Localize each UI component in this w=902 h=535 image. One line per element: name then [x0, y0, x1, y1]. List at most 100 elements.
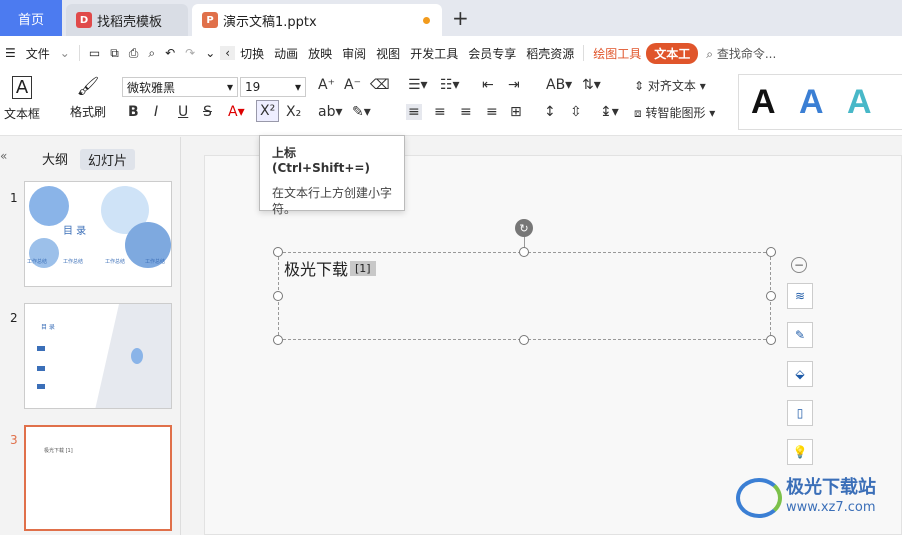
resize-handle[interactable]	[766, 247, 776, 257]
slide-thumbnail-2[interactable]: 目 录	[24, 303, 172, 409]
decor-circle	[29, 186, 69, 226]
menu-animation[interactable]: 动画	[269, 45, 303, 62]
italic-icon[interactable]: I	[154, 104, 158, 120]
phonetic-icon[interactable]: ab▾	[318, 104, 343, 120]
tab-template[interactable]: D 找稻壳模板	[66, 4, 188, 36]
layers-icon[interactable]: ≋	[787, 283, 813, 309]
numbered-list-icon[interactable]: ☷▾	[440, 77, 460, 93]
text-direction-icon[interactable]: ⇅▾	[582, 77, 601, 93]
tab-slides[interactable]: 幻灯片	[80, 149, 136, 170]
new-tab-plus-icon[interactable]: +	[452, 6, 469, 30]
tab-document-label: 演示文稿1.pptx	[223, 14, 317, 30]
menu-review[interactable]: 审阅	[337, 45, 371, 62]
tab-document[interactable]: P 演示文稿1.pptx	[192, 4, 442, 36]
slide-thumbnail-1[interactable]: 目 录 工作总结 工作总结 工作总结 工作总结	[24, 181, 172, 287]
search-command[interactable]: ⌕ 查找命令...	[706, 45, 776, 62]
thumb-bullet	[37, 366, 45, 371]
resize-handle[interactable]	[766, 291, 776, 301]
resize-handle[interactable]	[273, 247, 283, 257]
resize-handle[interactable]	[519, 335, 529, 345]
font-select[interactable]: 微软雅黑 ▾	[122, 77, 238, 97]
resize-handle[interactable]	[519, 247, 529, 257]
hamburger-icon[interactable]: ☰	[0, 46, 21, 60]
superscript-ref: [1]	[350, 260, 376, 276]
format-painter-button[interactable]: 🖌 格式刷	[70, 76, 106, 120]
font-size-value: 19	[245, 80, 261, 94]
textbox-icon: A	[11, 76, 33, 99]
textbox-button[interactable]: A 文本框	[4, 76, 40, 122]
tab-home-label: 首页	[17, 12, 44, 28]
smart-art-button[interactable]: ⧈ 转智能图形 ▾	[634, 104, 715, 121]
menu-text-tools[interactable]: 文本工	[646, 42, 699, 64]
print-preview-icon[interactable]: ⌕	[143, 46, 160, 61]
align-text-button[interactable]: ⇕ 对齐文本 ▾	[634, 77, 706, 94]
text-style-blue[interactable]: A	[799, 83, 824, 122]
export-icon[interactable]: ⧉	[105, 46, 124, 61]
menu-draw-tools[interactable]: 绘图工具	[588, 45, 646, 62]
watermark-url: www.xz7.com	[786, 500, 876, 515]
menu-developer[interactable]: 开发工具	[405, 45, 463, 62]
char-spacing-icon[interactable]: AB▾	[546, 77, 572, 93]
spacing-more-icon[interactable]: ↨▾	[600, 104, 619, 120]
lightbulb-icon[interactable]: 💡	[787, 439, 813, 465]
save-icon[interactable]: ▭	[84, 46, 105, 60]
text-style-teal[interactable]: A	[847, 83, 872, 122]
slide-number: 1	[10, 191, 18, 205]
resize-handle[interactable]	[273, 291, 283, 301]
underline-icon[interactable]: U	[178, 104, 188, 120]
indent-icon[interactable]: ⇥	[508, 77, 520, 93]
superscript-icon[interactable]: X²	[256, 100, 280, 122]
bullet-list-icon[interactable]: ☰▾	[408, 77, 428, 93]
font-size-select[interactable]: 19 ▾	[240, 77, 306, 97]
menu-file[interactable]: 文件	[21, 45, 55, 62]
font-value: 微软雅黑	[127, 80, 176, 95]
collapse-panel-icon[interactable]: «	[0, 149, 7, 163]
decrease-font-icon[interactable]: A⁻	[344, 77, 361, 93]
align-left-icon[interactable]: ≡	[406, 104, 422, 120]
menu-slideshow[interactable]: 放映	[303, 45, 337, 62]
slide-thumbnail-3[interactable]: 极光下载 [1]	[24, 425, 172, 531]
text-style-black[interactable]: A	[751, 83, 776, 122]
increase-font-icon[interactable]: A⁺	[318, 77, 335, 93]
resize-handle[interactable]	[766, 335, 776, 345]
align-center-icon[interactable]: ≡	[434, 104, 446, 120]
redo-icon[interactable]: ↷	[180, 46, 200, 60]
distribute-icon[interactable]: ⊞	[510, 104, 522, 120]
menu-member[interactable]: 会员专享	[463, 45, 521, 62]
slide-number: 2	[10, 311, 18, 325]
fill-icon[interactable]: ⬙	[787, 361, 813, 387]
collapse-toolbar-icon[interactable]: −	[791, 257, 807, 273]
search-icon: ⌕	[706, 46, 717, 61]
resize-handle[interactable]	[273, 335, 283, 345]
highlight-icon[interactable]: ✎▾	[352, 104, 371, 120]
chevron-down-icon[interactable]: ⌄	[55, 46, 75, 60]
rotate-icon[interactable]: ↻	[515, 219, 533, 237]
menu-view[interactable]: 视图	[371, 45, 405, 62]
undo-icon[interactable]: ↶	[160, 46, 180, 60]
clear-format-icon[interactable]: ⌫	[370, 77, 390, 93]
justify-icon[interactable]: ≡	[486, 104, 498, 120]
strikethrough-icon[interactable]: S	[203, 104, 212, 120]
slide-panel: « 大纲 幻灯片 1 目 录 工作总结 工作总结 工作总结 工作总结 2 目 录…	[0, 137, 181, 535]
print-icon[interactable]: ⎙	[124, 46, 144, 61]
outdent-icon[interactable]: ⇤	[482, 77, 494, 93]
bold-icon[interactable]: B	[128, 104, 139, 120]
align-right-icon[interactable]: ≡	[460, 104, 472, 120]
paragraph-spacing-icon[interactable]: ⇳	[570, 104, 582, 120]
scroll-left-icon[interactable]: ‹	[220, 46, 236, 60]
font-color-icon[interactable]: A▾	[228, 104, 245, 120]
ribbon: A 文本框 🖌 格式刷 微软雅黑 ▾ 19 ▾ A⁺ A⁻ ⌫ B I U S A▾…	[0, 70, 902, 136]
line-spacing-icon[interactable]: ↕	[544, 104, 556, 120]
menu-transition[interactable]: 切换	[235, 45, 269, 62]
tooltip-description: 在文本行上方创建小字符。	[272, 186, 393, 216]
more-icon[interactable]: ⌄	[200, 46, 220, 60]
slide-text[interactable]: 极光下载 [1]	[284, 256, 376, 280]
search-placeholder: 查找命令...	[716, 46, 777, 61]
thumb-item: 工作总结	[63, 259, 84, 265]
tab-outline[interactable]: 大纲	[42, 149, 68, 168]
border-icon[interactable]: ▯	[787, 400, 813, 426]
menu-docer[interactable]: 稻壳资源	[521, 45, 579, 62]
tab-home[interactable]: 首页	[0, 0, 62, 36]
pen-icon[interactable]: ✎	[787, 322, 813, 348]
subscript-icon[interactable]: X₂	[286, 104, 301, 120]
